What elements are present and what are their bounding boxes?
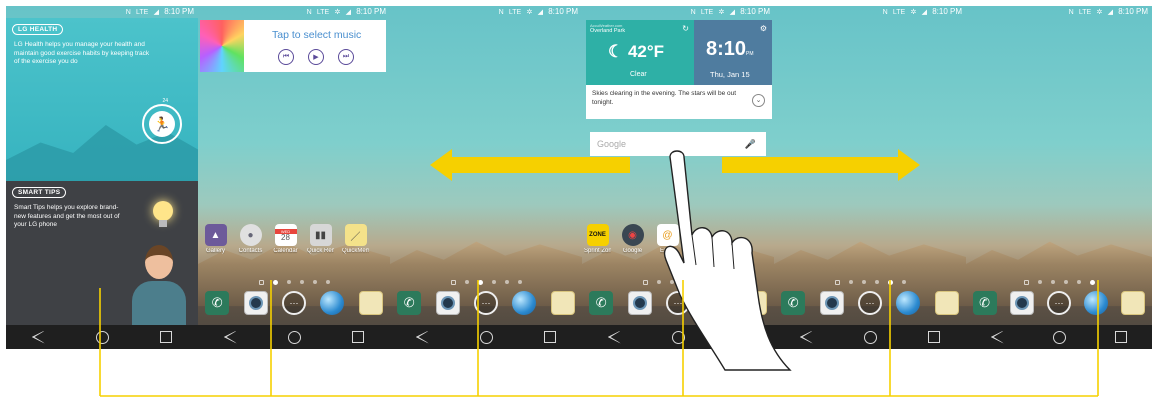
home-screen-walkthrough: N LTE ◢ 8:10 PM LG HEALTH LG Health help… xyxy=(0,0,1152,400)
page-indicator-bracket xyxy=(99,280,1099,397)
